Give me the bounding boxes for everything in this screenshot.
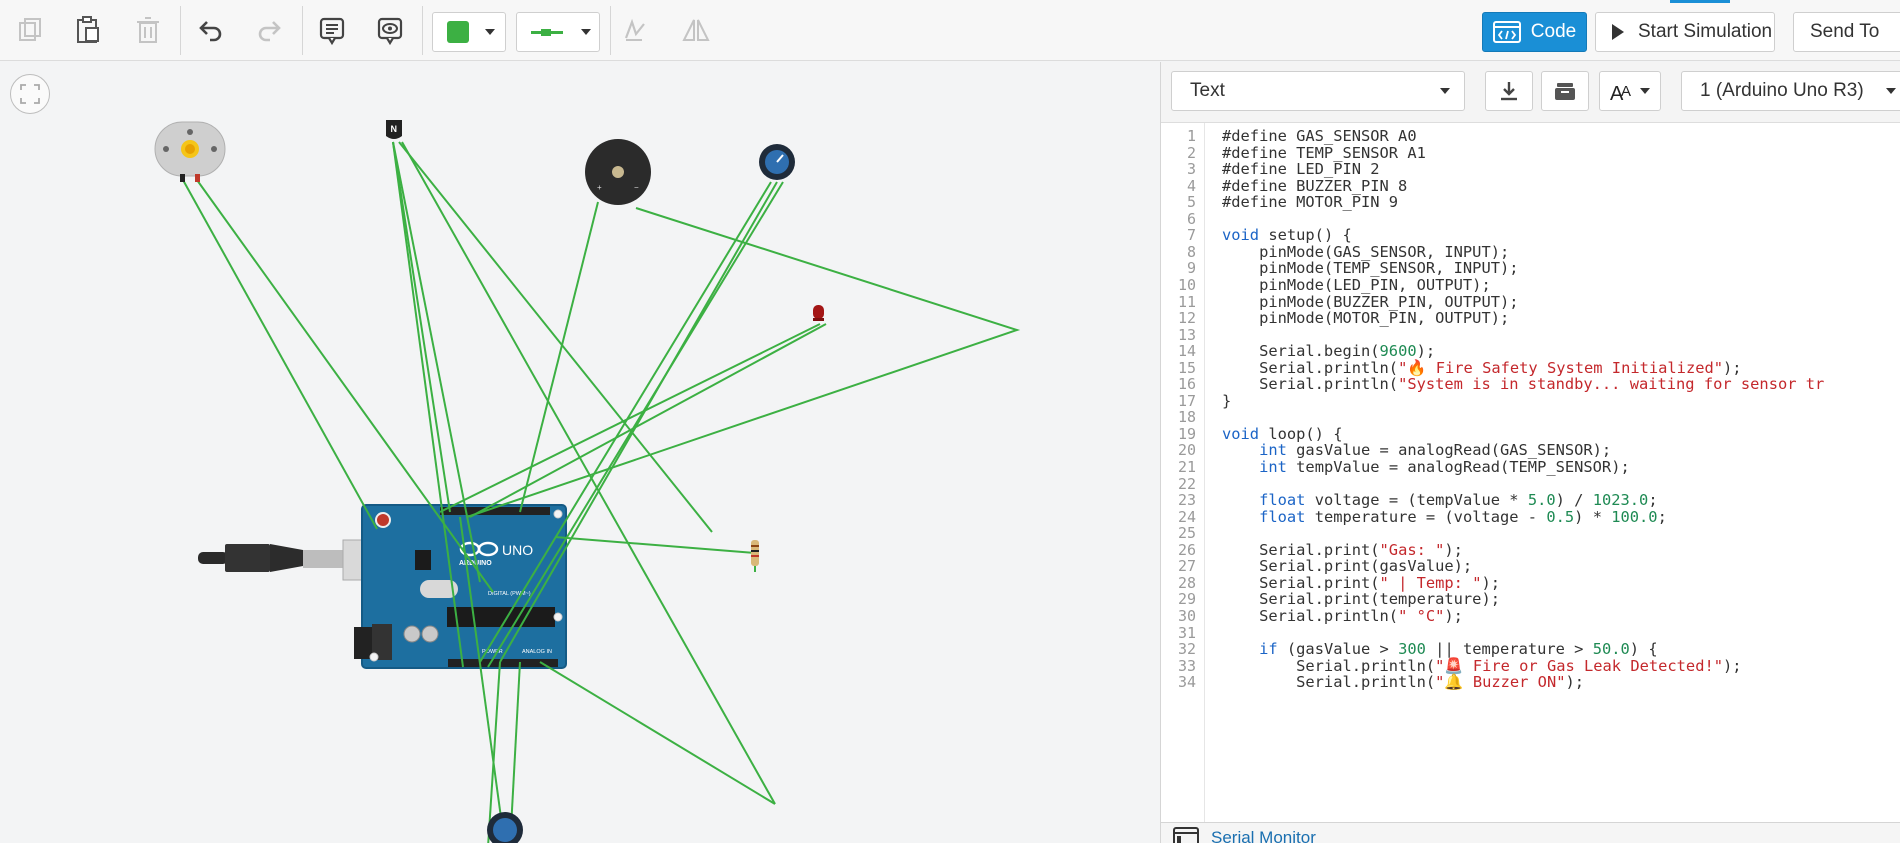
visibility-icon[interactable]	[370, 10, 410, 50]
download-button[interactable]	[1485, 71, 1533, 111]
undo-icon[interactable]	[190, 10, 230, 50]
mirror-icon[interactable]	[614, 10, 654, 50]
code-mode-label: Text	[1190, 80, 1225, 101]
code-editor[interactable]: 1 2 3 4 5 6 7 8 9 10 11 12 13 14 15 16 17 18 19 20 21 22 23 24 2…	[1161, 122, 1900, 843]
flip-icon[interactable]	[676, 10, 716, 50]
play-icon	[1612, 24, 1624, 40]
code-line[interactable]: #define MOTOR_PIN 9	[1222, 192, 1398, 212]
svg-text:−: −	[634, 183, 639, 192]
code-line[interactable]: int tempValue = analogRead(TEMP_SENSOR);	[1222, 457, 1630, 477]
red-led[interactable]	[813, 305, 824, 321]
line-style-icon	[531, 28, 563, 36]
code-button[interactable]: Code	[1482, 12, 1587, 52]
send-to-button[interactable]: Send To	[1793, 12, 1900, 52]
toolbar-divider	[610, 6, 611, 55]
code-mode-dropdown[interactable]: Text	[1171, 71, 1465, 111]
svg-text:+: +	[597, 183, 602, 192]
chevron-down-icon	[581, 29, 591, 35]
fit-view-button[interactable]	[10, 74, 50, 114]
code-line[interactable]: float temperature = (voltage - 0.5) * 10…	[1222, 507, 1667, 527]
library-icon	[1555, 83, 1575, 100]
redo-icon[interactable]	[250, 10, 290, 50]
reset-button	[375, 512, 391, 528]
board-model: UNO	[502, 542, 533, 558]
board-dropdown[interactable]: 1 (Arduino Uno R3)	[1681, 71, 1900, 111]
circuit-canvas[interactable]: ARDUINO UNO DIGITAL (PWM~) POWER ANALOG …	[0, 62, 1160, 843]
serial-monitor-icon	[1173, 826, 1199, 843]
potentiometer[interactable]	[487, 812, 523, 843]
chevron-down-icon	[1440, 88, 1450, 94]
code-line[interactable]: Serial.println("System is in standby... …	[1222, 374, 1824, 394]
font-size-dropdown[interactable]: AA	[1599, 71, 1661, 111]
piezo-buzzer[interactable]: + −	[585, 139, 651, 205]
library-button[interactable]	[1541, 71, 1589, 111]
transistor-label: N	[391, 124, 398, 134]
color-swatch	[447, 21, 469, 43]
wire-color-dropdown[interactable]	[432, 12, 506, 52]
delete-icon[interactable]	[128, 10, 168, 50]
code-line[interactable]: }	[1222, 391, 1231, 411]
npn-transistor[interactable]: N	[386, 120, 402, 139]
usb-plug-body	[225, 544, 270, 572]
serial-monitor-label: Serial Monitor	[1211, 827, 1316, 843]
toolbar-divider	[422, 6, 423, 55]
board-digital-label: DIGITAL (PWM~)	[488, 591, 531, 597]
start-simulation-label: Start Simulation	[1638, 21, 1773, 42]
serial-monitor-bar[interactable]: Serial Monitor	[1161, 822, 1900, 843]
circuit-diagram[interactable]: ARDUINO UNO DIGITAL (PWM~) POWER ANALOG …	[0, 62, 1160, 843]
wire-style-dropdown[interactable]	[516, 12, 600, 52]
board-analog-label: ANALOG IN	[522, 649, 552, 655]
code-icon	[1492, 21, 1521, 43]
wires[interactable]	[182, 141, 1021, 843]
fullscreen-icon	[20, 84, 40, 104]
code-line[interactable]: pinMode(MOTOR_PIN, OUTPUT);	[1222, 308, 1509, 328]
start-simulation-button[interactable]: Start Simulation	[1595, 12, 1775, 52]
note-icon[interactable]	[312, 10, 352, 50]
download-icon	[1501, 82, 1517, 101]
usb-cable-tip	[198, 552, 228, 564]
board-label: 1 (Arduino Uno R3)	[1700, 80, 1864, 101]
line-number-gutter: 1 2 3 4 5 6 7 8 9 10 11 12 13 14 15 16 17 18 19 20 21 22 23 24 2…	[1161, 123, 1205, 843]
chevron-down-icon	[1640, 88, 1650, 94]
main-toolbar: Code Start Simulation Send To	[0, 0, 1900, 61]
atmega-chip	[447, 607, 555, 627]
power-jack	[354, 627, 372, 659]
paste-icon[interactable]	[68, 10, 108, 50]
resistor[interactable]	[751, 540, 759, 566]
font-size-icon: AA	[1610, 83, 1631, 104]
code-button-label: Code	[1530, 21, 1577, 42]
chevron-down-icon	[485, 29, 495, 35]
potentiometer[interactable]	[759, 144, 795, 180]
code-panel: Text AA 1 (Arduino Uno R3) 1 2 3 4 5 6 7 8 9 10 11…	[1160, 62, 1900, 843]
svg-text:A: A	[1621, 83, 1631, 100]
chevron-down-icon	[1886, 88, 1896, 94]
toolbar-divider	[302, 6, 303, 55]
code-line[interactable]: Serial.println(" °C");	[1222, 606, 1463, 626]
app-window: Code Start Simulation Send To ARDUINO UN…	[0, 0, 1900, 843]
send-to-label: Send To	[1810, 21, 1880, 42]
toolbar-divider	[180, 6, 181, 55]
copy-icon[interactable]	[10, 10, 50, 50]
top-accent-bar	[1670, 0, 1730, 3]
line-number: 34	[1177, 673, 1196, 692]
code-panel-toolbar: Text AA 1 (Arduino Uno R3)	[1161, 62, 1900, 122]
dc-motor[interactable]	[154, 121, 226, 182]
code-line[interactable]: Serial.println("🔔 Buzzer ON");	[1222, 672, 1584, 692]
